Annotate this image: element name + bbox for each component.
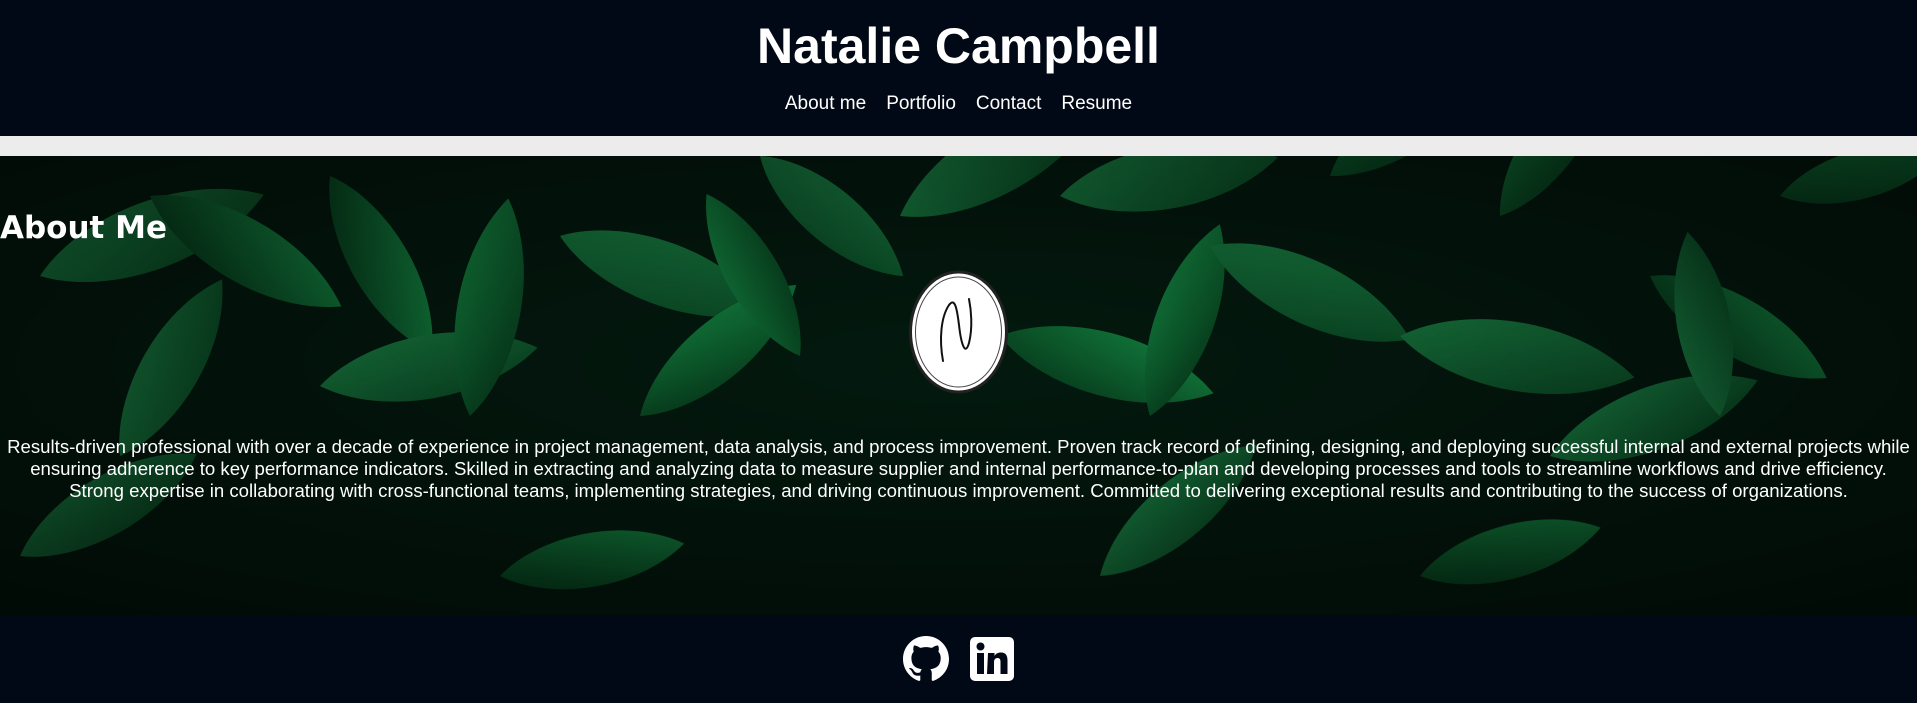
- about-section: About Me Results-driven professional wit…: [0, 156, 1917, 615]
- nav-contact[interactable]: Contact: [976, 92, 1041, 116]
- nav-resume[interactable]: Resume: [1061, 92, 1132, 116]
- linkedin-icon[interactable]: [969, 636, 1015, 682]
- about-heading: About Me: [0, 210, 168, 246]
- avatar-logo: [909, 270, 1008, 394]
- about-description: Results-driven professional with over a …: [7, 436, 1910, 501]
- nav-about-me[interactable]: About me: [785, 92, 866, 116]
- site-header: Natalie Campbell About me Portfolio Cont…: [0, 0, 1917, 136]
- main-nav: About me Portfolio Contact Resume: [0, 92, 1917, 116]
- site-footer: [0, 615, 1917, 703]
- nav-portfolio[interactable]: Portfolio: [886, 92, 956, 116]
- site-title: Natalie Campbell: [757, 18, 1160, 74]
- github-icon[interactable]: [902, 636, 949, 682]
